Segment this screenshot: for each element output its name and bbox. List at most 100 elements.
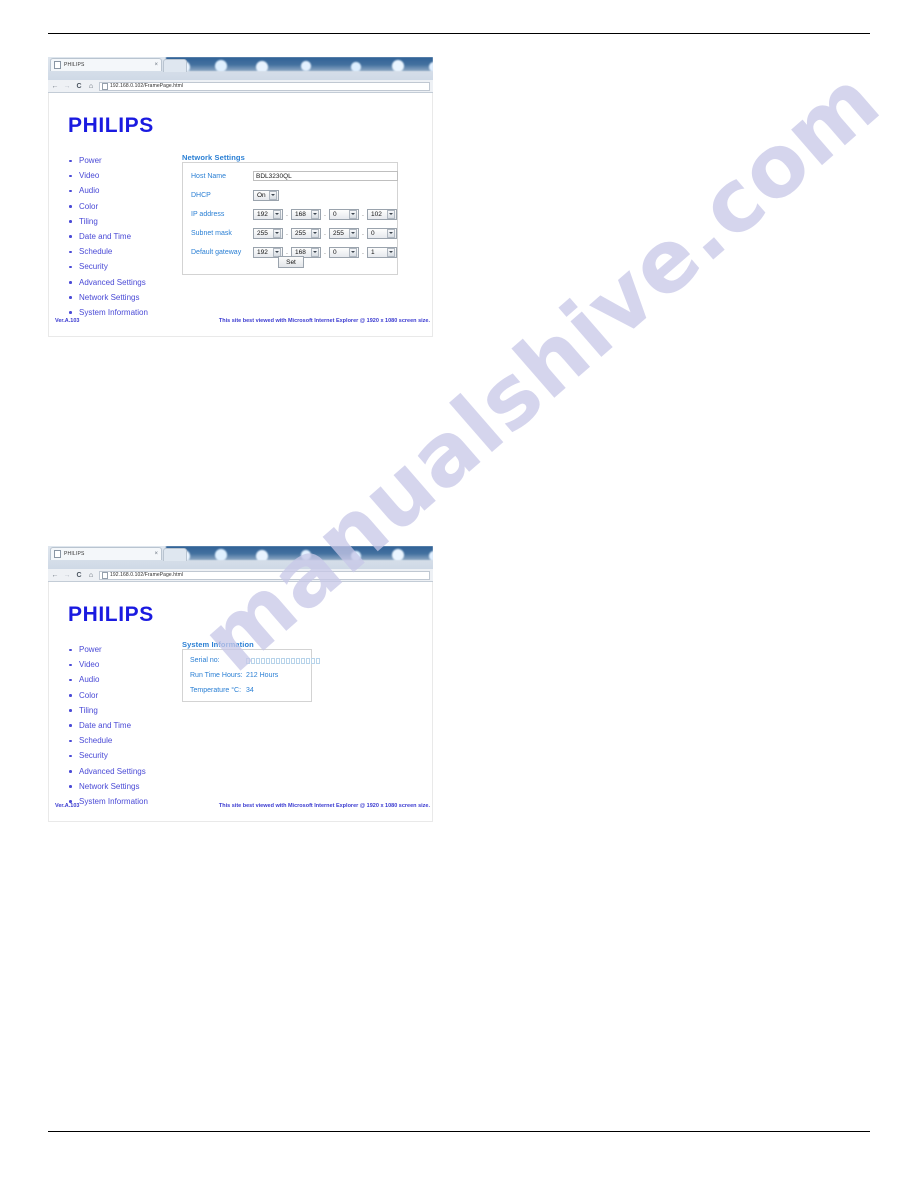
back-icon[interactable]: ← bbox=[51, 83, 59, 90]
temperature-label: Temperature °C: bbox=[190, 687, 242, 694]
serial-number-row: Serial no: bbox=[190, 655, 320, 666]
dhcp-label: DHCP bbox=[191, 191, 211, 199]
page-favicon-icon bbox=[54, 550, 61, 558]
system-information-panel: Serial no: Run Time Hours: 212 Hours Tem… bbox=[182, 649, 320, 702]
run-time-hours-label: Run Time Hours: bbox=[190, 672, 243, 679]
browser-chrome: PHILIPS × bbox=[48, 57, 433, 80]
default-gateway-label: Default gateway bbox=[191, 248, 242, 256]
dhcp-select[interactable]: On bbox=[253, 189, 279, 201]
ip-address-octet-4[interactable]: 102 bbox=[367, 208, 397, 220]
chevron-down-icon bbox=[311, 247, 319, 257]
sidebar-item-date-and-time[interactable]: Date and Time bbox=[63, 720, 203, 731]
sidebar-item-security[interactable]: Security bbox=[63, 750, 203, 761]
page-footer: Ver.A.103 This site best viewed with Mic… bbox=[49, 318, 432, 328]
set-button[interactable]: Set bbox=[278, 256, 304, 268]
reload-icon[interactable]: C bbox=[75, 83, 83, 90]
philips-logo: PHILIPS bbox=[68, 603, 154, 626]
philips-logo: PHILIPS bbox=[68, 114, 154, 137]
network-settings-title: Network Settings bbox=[182, 153, 245, 162]
default-gateway-octet-4[interactable]: 1 bbox=[367, 246, 397, 258]
browser-chrome: PHILIPS × bbox=[48, 546, 433, 569]
octet-separator: . bbox=[286, 229, 288, 237]
ip-address-octet-2-value: 168 bbox=[295, 210, 306, 218]
ip-address-octet-3[interactable]: 0 bbox=[329, 208, 359, 220]
sidebar-item-advanced-settings[interactable]: Advanced Settings bbox=[63, 766, 203, 777]
page-rule-top bbox=[48, 33, 870, 34]
address-bar[interactable]: 192.168.0.102/FramePage.html bbox=[99, 570, 430, 580]
forward-icon[interactable]: → bbox=[63, 83, 71, 90]
chevron-down-icon bbox=[349, 247, 357, 257]
ip-address-label: IP address bbox=[191, 210, 225, 218]
forward-icon[interactable]: → bbox=[63, 572, 71, 579]
address-bar-url: 192.168.0.102/FramePage.html bbox=[110, 83, 184, 89]
ip-address-octet-2[interactable]: 168 bbox=[291, 208, 321, 220]
octet-separator: . bbox=[362, 210, 364, 218]
sidebar-item-advanced-settings[interactable]: Advanced Settings bbox=[63, 277, 203, 288]
close-icon[interactable]: × bbox=[154, 62, 158, 68]
browser-tab-title: PHILIPS bbox=[64, 551, 85, 557]
ip-address-octet-1-value: 192 bbox=[257, 210, 268, 218]
sidebar-item-network-settings[interactable]: Network Settings bbox=[63, 781, 203, 792]
run-time-hours-value: 212 Hours bbox=[246, 672, 279, 679]
sidebar-item-tiling[interactable]: Tiling bbox=[63, 705, 203, 716]
dhcp-select-value: On bbox=[257, 191, 266, 199]
host-name-input[interactable]: BDL3230QL bbox=[253, 171, 398, 181]
ip-address-octets: 192 . 168 . 0 . 102 bbox=[253, 208, 397, 220]
chevron-down-icon bbox=[269, 190, 277, 200]
temperature-row: Temperature °C: 34 bbox=[190, 685, 254, 696]
subnet-mask-octet-2[interactable]: 255 bbox=[291, 227, 321, 239]
reload-icon[interactable]: C bbox=[75, 572, 83, 579]
subnet-mask-label: Subnet mask bbox=[191, 229, 232, 237]
host-name-label: Host Name bbox=[191, 172, 227, 180]
network-settings-panel: Host Name BDL3230QL DHCP On IP address 1… bbox=[182, 162, 398, 275]
octet-separator: . bbox=[362, 229, 364, 237]
ip-address-octet-1[interactable]: 192 bbox=[253, 208, 283, 220]
back-icon[interactable]: ← bbox=[51, 572, 59, 579]
home-icon[interactable]: ⌂ bbox=[87, 572, 95, 579]
ip-address-row: IP address 192 . 168 . 0 . 102 bbox=[191, 208, 397, 220]
browser-toolbar: ← → C ⌂ 192.168.0.102/FramePage.html bbox=[48, 569, 433, 582]
octet-separator: . bbox=[286, 210, 288, 218]
octet-separator: . bbox=[324, 229, 326, 237]
sidebar-item-network-settings[interactable]: Network Settings bbox=[63, 292, 203, 303]
octet-separator: . bbox=[324, 248, 326, 256]
close-icon[interactable]: × bbox=[154, 551, 158, 557]
sidebar-item-system-information[interactable]: System Information bbox=[63, 307, 203, 318]
page-rule-bottom bbox=[48, 1131, 870, 1132]
octet-separator: . bbox=[286, 248, 288, 256]
sidebar-item-schedule[interactable]: Schedule bbox=[63, 735, 203, 746]
page-info-icon bbox=[102, 82, 108, 90]
subnet-mask-octet-4-value: 0 bbox=[371, 229, 375, 237]
chevron-down-icon bbox=[349, 228, 357, 238]
address-bar-url: 192.168.0.102/FramePage.html bbox=[110, 572, 184, 578]
new-tab-button[interactable] bbox=[163, 548, 187, 561]
page-info-icon bbox=[102, 571, 108, 579]
screenshot-network-settings: PHILIPS × ← → C ⌂ 192.168.0.102/FramePag… bbox=[48, 57, 433, 337]
subnet-mask-octet-3[interactable]: 255 bbox=[329, 227, 359, 239]
subnet-mask-octet-1-value: 255 bbox=[257, 229, 268, 237]
address-bar[interactable]: 192.168.0.102/FramePage.html bbox=[99, 81, 430, 91]
new-tab-button[interactable] bbox=[163, 59, 187, 72]
browser-tab-title: PHILIPS bbox=[64, 62, 85, 68]
subnet-mask-octet-4[interactable]: 0 bbox=[367, 227, 397, 239]
browser-tab[interactable]: PHILIPS × bbox=[50, 58, 162, 71]
subnet-mask-row: Subnet mask 255 . 255 . 255 . 0 bbox=[191, 227, 397, 239]
default-gateway-octet-2-value: 168 bbox=[295, 248, 306, 256]
ip-address-octet-3-value: 0 bbox=[333, 210, 337, 218]
octet-separator: . bbox=[324, 210, 326, 218]
default-gateway-octet-3[interactable]: 0 bbox=[329, 246, 359, 258]
chevron-down-icon bbox=[273, 228, 281, 238]
footer-note: This site best viewed with Microsoft Int… bbox=[218, 803, 430, 809]
page-favicon-icon bbox=[54, 61, 61, 69]
chevron-down-icon bbox=[387, 228, 395, 238]
chevron-down-icon bbox=[311, 209, 319, 219]
octet-separator: . bbox=[362, 248, 364, 256]
subnet-mask-octet-1[interactable]: 255 bbox=[253, 227, 283, 239]
footer-version: Ver.A.103 bbox=[55, 803, 80, 809]
chevron-down-icon bbox=[387, 209, 395, 219]
default-gateway-octets: 192 . 168 . 0 . 1 bbox=[253, 246, 397, 258]
home-icon[interactable]: ⌂ bbox=[87, 83, 95, 90]
browser-theme-banner bbox=[166, 57, 433, 71]
serial-number-masked-value bbox=[246, 657, 320, 664]
browser-tab[interactable]: PHILIPS × bbox=[50, 547, 162, 560]
